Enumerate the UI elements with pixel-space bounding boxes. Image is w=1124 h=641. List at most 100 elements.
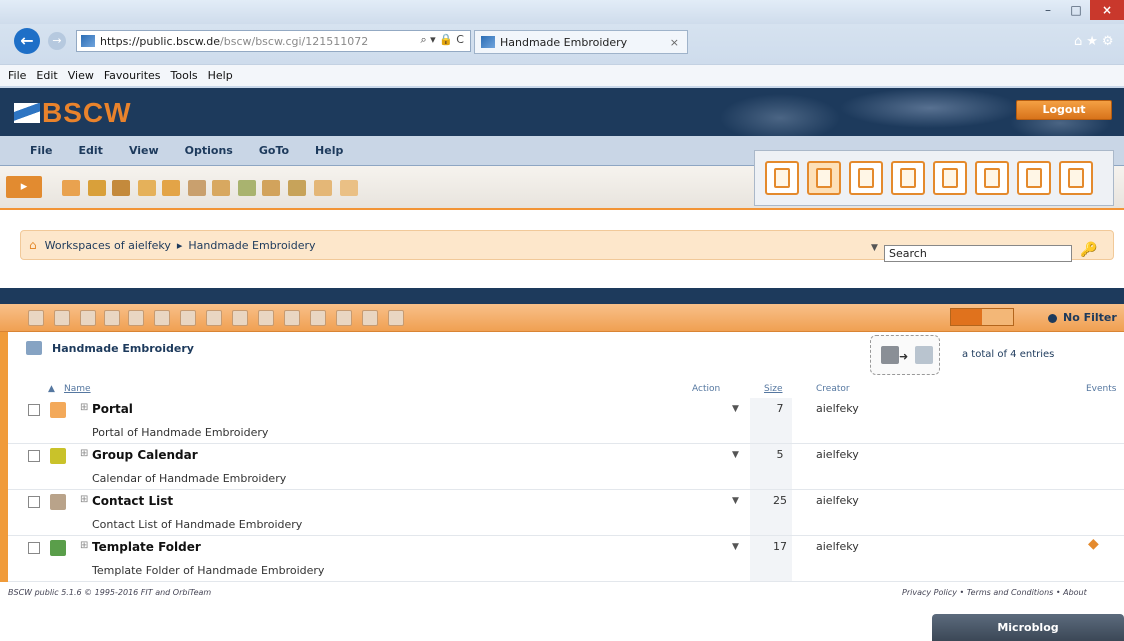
minimize-button[interactable]: – bbox=[1034, 0, 1062, 20]
close-window-button[interactable]: × bbox=[1090, 0, 1124, 20]
browser-menu-tools[interactable]: Tools bbox=[171, 69, 198, 82]
select-all-icon[interactable] bbox=[28, 310, 44, 326]
table-row[interactable]: ⊞ Group Calendar Calendar of Handmade Embr… bbox=[8, 444, 1124, 490]
home-favorites-settings-icons[interactable]: ⌂★⚙ bbox=[1074, 34, 1118, 49]
invert-selection-icon[interactable] bbox=[54, 310, 70, 326]
filter-radio-icon[interactable] bbox=[1048, 313, 1057, 323]
bscw-logo[interactable]: BSCW bbox=[14, 99, 132, 127]
row-checkbox[interactable] bbox=[28, 496, 40, 508]
search-input[interactable]: Search bbox=[884, 245, 1072, 262]
row-creator[interactable]: aielfeky bbox=[816, 494, 859, 507]
drag-drop-upload-zone[interactable]: ➜ bbox=[870, 335, 940, 375]
row-action-dropdown[interactable]: ▼ bbox=[732, 404, 739, 414]
archive-icon[interactable] bbox=[232, 310, 248, 326]
column-creator[interactable]: Creator bbox=[816, 384, 850, 394]
new-workspace-icon[interactable] bbox=[188, 180, 206, 196]
row-creator[interactable]: aielfeky bbox=[816, 402, 859, 415]
print-icon[interactable] bbox=[310, 310, 326, 326]
view-calendar-icon[interactable] bbox=[1017, 161, 1051, 195]
row-action-dropdown[interactable]: ▼ bbox=[732, 450, 739, 460]
view-tasks-icon[interactable] bbox=[1059, 161, 1093, 195]
app-menu-options[interactable]: Options bbox=[185, 144, 233, 157]
app-menu-edit[interactable]: Edit bbox=[79, 144, 103, 157]
expand-icon[interactable]: ⊞ bbox=[80, 494, 88, 505]
view-overview-icon[interactable] bbox=[765, 161, 799, 195]
search-go-icon[interactable]: 🔑 bbox=[1080, 242, 1097, 258]
sort-arrow-icon[interactable]: ▲ bbox=[48, 384, 55, 394]
row-checkbox[interactable] bbox=[28, 450, 40, 462]
new-blog-icon[interactable] bbox=[288, 180, 306, 196]
row-creator[interactable]: aielfeky bbox=[816, 540, 859, 553]
view-folders-icon[interactable] bbox=[891, 161, 925, 195]
address-tools[interactable]: ⌕ ▾ 🔒 C bbox=[420, 33, 464, 47]
column-name[interactable]: Name bbox=[64, 384, 91, 394]
back-button[interactable]: ← bbox=[14, 28, 40, 54]
row-action-dropdown[interactable]: ▼ bbox=[732, 496, 739, 506]
row-name[interactable]: Contact List bbox=[92, 494, 173, 508]
row-checkbox[interactable] bbox=[28, 542, 40, 554]
expand-icon[interactable]: ⊞ bbox=[80, 402, 88, 413]
forward-button[interactable]: → bbox=[48, 32, 66, 50]
expand-all-icon[interactable] bbox=[80, 310, 96, 326]
view-contacts-icon[interactable] bbox=[975, 161, 1009, 195]
new-folder-icon[interactable] bbox=[138, 180, 156, 196]
table-row[interactable]: ⊞ Template Folder Template Folder of Handm… bbox=[8, 536, 1124, 582]
tab-close-icon[interactable]: × bbox=[670, 36, 679, 49]
microblog-button[interactable]: Microblog bbox=[932, 614, 1124, 641]
new-item-icon[interactable] bbox=[62, 180, 80, 196]
row-item-icon[interactable] bbox=[50, 402, 66, 418]
column-size[interactable]: Size bbox=[764, 384, 782, 394]
row-item-icon[interactable] bbox=[50, 540, 66, 556]
cut-icon[interactable] bbox=[180, 310, 196, 326]
edit-pencil-icon[interactable] bbox=[88, 180, 106, 196]
new-calendar-icon[interactable] bbox=[238, 180, 256, 196]
app-menu-goto[interactable]: GoTo bbox=[259, 144, 289, 157]
new-poll-icon[interactable] bbox=[340, 180, 358, 196]
paste-icon[interactable] bbox=[206, 310, 222, 326]
copy-icon[interactable] bbox=[154, 310, 170, 326]
filter-selector[interactable]: No Filter bbox=[1048, 311, 1117, 324]
row-creator[interactable]: aielfeky bbox=[816, 448, 859, 461]
download-icon[interactable] bbox=[336, 310, 352, 326]
view-documents-icon[interactable] bbox=[849, 161, 883, 195]
address-bar[interactable]: https://public.bscw.de/bscw/bscw.cgi/121… bbox=[76, 30, 471, 52]
collapse-all-icon[interactable] bbox=[104, 310, 120, 326]
expand-icon[interactable]: ⊞ bbox=[80, 540, 88, 551]
row-name[interactable]: Template Folder bbox=[92, 540, 201, 554]
up-folder-button[interactable]: ▸ bbox=[6, 176, 42, 198]
upload-icon[interactable] bbox=[314, 180, 332, 196]
row-name[interactable]: Portal bbox=[92, 402, 133, 416]
list-view-toggle[interactable] bbox=[950, 308, 1014, 326]
browser-menu-help[interactable]: Help bbox=[208, 69, 233, 82]
expand-icon[interactable]: ⊞ bbox=[80, 448, 88, 459]
row-action-dropdown[interactable]: ▼ bbox=[732, 542, 739, 552]
row-event-icon[interactable]: ◆ bbox=[1088, 536, 1099, 552]
row-item-icon[interactable] bbox=[50, 448, 66, 464]
breadcrumb-current[interactable]: Handmade Embroidery bbox=[188, 239, 315, 252]
maximize-button[interactable]: □ bbox=[1062, 0, 1090, 20]
home-icon[interactable]: ⌂ bbox=[29, 238, 37, 252]
view-notes-icon[interactable] bbox=[933, 161, 967, 195]
new-document-icon[interactable] bbox=[162, 180, 180, 196]
browser-menu-file[interactable]: File bbox=[8, 69, 26, 82]
app-menu-help[interactable]: Help bbox=[315, 144, 343, 157]
new-url-icon[interactable] bbox=[212, 180, 230, 196]
logout-button[interactable]: Logout bbox=[1016, 100, 1112, 120]
link-icon[interactable] bbox=[128, 310, 144, 326]
row-checkbox[interactable] bbox=[28, 404, 40, 416]
table-row[interactable]: ⊞ Contact List Contact List of Handmade Em… bbox=[8, 490, 1124, 536]
export-icon[interactable] bbox=[362, 310, 378, 326]
history-icon[interactable] bbox=[388, 310, 404, 326]
send-icon[interactable] bbox=[284, 310, 300, 326]
browser-menu-edit[interactable]: Edit bbox=[36, 69, 57, 82]
row-item-icon[interactable] bbox=[50, 494, 66, 510]
app-menu-file[interactable]: File bbox=[30, 144, 53, 157]
app-menu-view[interactable]: View bbox=[129, 144, 159, 157]
browser-menu-favourites[interactable]: Favourites bbox=[104, 69, 161, 82]
footer-links[interactable]: Privacy Policy • Terms and Conditions • … bbox=[902, 588, 1087, 597]
new-note-icon[interactable] bbox=[262, 180, 280, 196]
delete-icon[interactable] bbox=[258, 310, 274, 326]
browser-tab[interactable]: Handmade Embroidery × bbox=[474, 30, 688, 54]
search-scope-dropdown[interactable]: ▼ bbox=[871, 243, 878, 253]
browser-menu-view[interactable]: View bbox=[68, 69, 94, 82]
